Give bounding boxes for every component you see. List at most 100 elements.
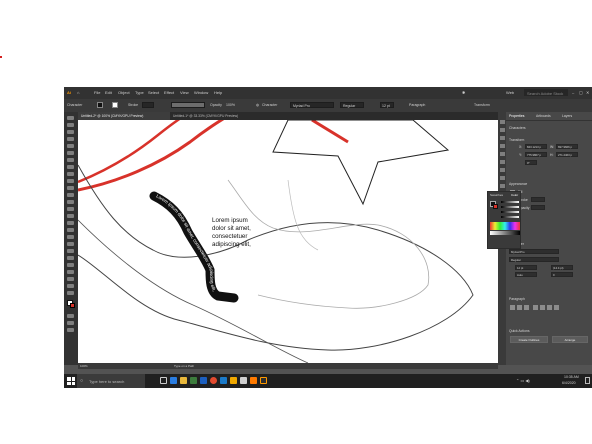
shape-builder-tool-icon[interactable] (67, 221, 74, 225)
menu-help[interactable]: Help (214, 90, 222, 95)
panel-icon-9[interactable] (499, 184, 505, 188)
create-outlines-button[interactable]: Create Outlines (510, 336, 548, 343)
tray-icons[interactable]: ⌃ ▭ ◀) (516, 378, 530, 383)
tab-layers[interactable]: Layers (562, 114, 572, 118)
direct-selection-tool-icon[interactable] (67, 123, 74, 127)
appearance-opacity-field[interactable] (531, 205, 545, 210)
artboard-tool-icon[interactable] (67, 277, 74, 281)
menu-edit[interactable]: Edit (105, 90, 112, 95)
eyedropper-tool-icon[interactable] (67, 249, 74, 253)
variable-width-profile[interactable] (171, 102, 205, 108)
panel-icon-8[interactable] (499, 176, 505, 180)
align-right-icon[interactable] (524, 305, 529, 310)
mesh-tool-icon[interactable] (67, 235, 74, 239)
tab-swatches[interactable]: Swatches (490, 193, 503, 197)
panel-icon-3[interactable] (499, 136, 505, 140)
red-stroke-3[interactable] (311, 120, 349, 144)
hand-tool-icon[interactable] (67, 284, 74, 288)
stroke-swatch[interactable] (112, 102, 118, 108)
y-field[interactable]: 775.9867 p (525, 152, 547, 157)
scale-tool-icon[interactable] (67, 200, 74, 204)
slider-k[interactable] (501, 216, 519, 218)
width-tool-icon[interactable] (67, 207, 74, 211)
close-icon[interactable]: ✕ (586, 90, 589, 95)
type-tool-icon[interactable] (67, 151, 74, 155)
graph-tool-icon[interactable] (67, 270, 74, 274)
grayscale-ramp[interactable] (490, 231, 520, 235)
notifications-icon[interactable] (585, 377, 590, 384)
curvature-tool-icon[interactable] (67, 144, 74, 148)
fill-swatch[interactable] (97, 102, 103, 108)
justify-right-icon[interactable] (547, 305, 552, 310)
workspace-switcher[interactable]: Web (506, 90, 514, 95)
panel-icon-6[interactable] (499, 160, 505, 164)
magic-wand-tool-icon[interactable] (67, 130, 74, 134)
star-shape[interactable] (272, 120, 450, 206)
character-font-dropdown[interactable]: Myriad Pro (509, 249, 559, 254)
rotate-tool-icon[interactable] (67, 193, 74, 197)
color-stroke-swatch[interactable] (493, 204, 498, 209)
folder-app-icon[interactable] (230, 377, 237, 384)
minimize-icon[interactable]: – (572, 90, 574, 95)
appearance-stroke-weight[interactable] (531, 197, 545, 202)
artboard-canvas[interactable]: Lorem ipsum dolor sit amet, consectetuer… (78, 120, 498, 363)
taskbar-search-box[interactable]: ○ Type here to search (77, 374, 145, 388)
pen-tool-icon[interactable] (67, 137, 74, 141)
character-tracking-field[interactable]: 0 (551, 272, 573, 277)
blend-tool-icon[interactable] (67, 256, 74, 260)
panel-icon-7[interactable] (499, 168, 505, 172)
control-transform-link[interactable]: Transform (474, 103, 490, 107)
control-character-link[interactable]: Character (262, 103, 277, 107)
mail-icon[interactable] (200, 377, 207, 384)
panel-icon-2[interactable] (499, 128, 505, 132)
globe-icon[interactable]: ◍ (256, 103, 259, 107)
tab-properties[interactable]: Properties (509, 114, 524, 118)
tab-color[interactable]: Color (511, 193, 518, 197)
notepad-icon[interactable] (240, 377, 247, 384)
tab-untitled-1[interactable]: Untitled-1* @ 33.33% (CMYK/GPU Preview) (170, 112, 262, 120)
font-style-dropdown[interactable]: Regular (340, 102, 364, 108)
menu-window[interactable]: Window (194, 90, 208, 95)
color-spectrum[interactable] (490, 222, 520, 230)
slider-y[interactable] (501, 211, 519, 213)
selection-tool-icon[interactable] (67, 116, 74, 120)
character-style-dropdown[interactable]: Regular (509, 257, 559, 262)
pencil-tool-icon[interactable] (67, 179, 74, 183)
edit-toolbar-icon[interactable] (67, 328, 74, 332)
area-text[interactable]: Lorem ipsum dolor sit amet, consectetuer… (212, 217, 253, 248)
draw-mode-icon[interactable] (67, 314, 74, 318)
panel-icon-4[interactable] (499, 144, 505, 148)
menu-type[interactable]: Type (135, 90, 144, 95)
task-view-icon[interactable] (160, 377, 167, 384)
menu-select[interactable]: Select (148, 90, 159, 95)
align-center-icon[interactable] (517, 305, 522, 310)
font-size-field[interactable]: 12 pt (380, 102, 394, 108)
stroke-weight-field[interactable] (142, 102, 154, 108)
thin-guide-curve[interactable] (287, 179, 319, 251)
slider-c[interactable] (501, 201, 519, 203)
file-explorer-icon[interactable] (180, 377, 187, 384)
red-stroke-2[interactable] (78, 120, 203, 184)
menu-effect[interactable]: Effect (164, 90, 174, 95)
home-icon[interactable]: ⌂ (77, 90, 79, 95)
menu-view[interactable]: View (180, 90, 189, 95)
line-tool-icon[interactable] (67, 158, 74, 162)
app-icon-orange[interactable] (250, 377, 257, 384)
illustrator-taskbar-icon[interactable] (260, 377, 267, 384)
align-left-icon[interactable] (510, 305, 515, 310)
tab-artboards[interactable]: Artboards (536, 114, 551, 118)
tab-untitled-2[interactable]: Untitled-2* @ 100% (CMYK/GPU Preview) (78, 112, 170, 120)
perspective-grid-tool-icon[interactable] (67, 228, 74, 232)
stock-search-input[interactable]: Search Adobe Stock (524, 89, 568, 96)
taskbar-date[interactable]: 6/4/2020 (562, 381, 576, 385)
slider-m[interactable] (501, 206, 519, 208)
menu-file[interactable]: File (94, 90, 100, 95)
rectangle-tool-icon[interactable] (67, 165, 74, 169)
zoom-tool-icon[interactable] (67, 291, 74, 295)
lightbulb-icon[interactable]: ✱ (462, 90, 465, 95)
store-icon[interactable] (190, 377, 197, 384)
eraser-tool-icon[interactable] (67, 186, 74, 190)
panel-icon-5[interactable] (499, 152, 505, 156)
x-field[interactable]: 843.1213 p (525, 144, 547, 149)
character-leading-field[interactable]: (14.4 pt) (551, 265, 573, 270)
